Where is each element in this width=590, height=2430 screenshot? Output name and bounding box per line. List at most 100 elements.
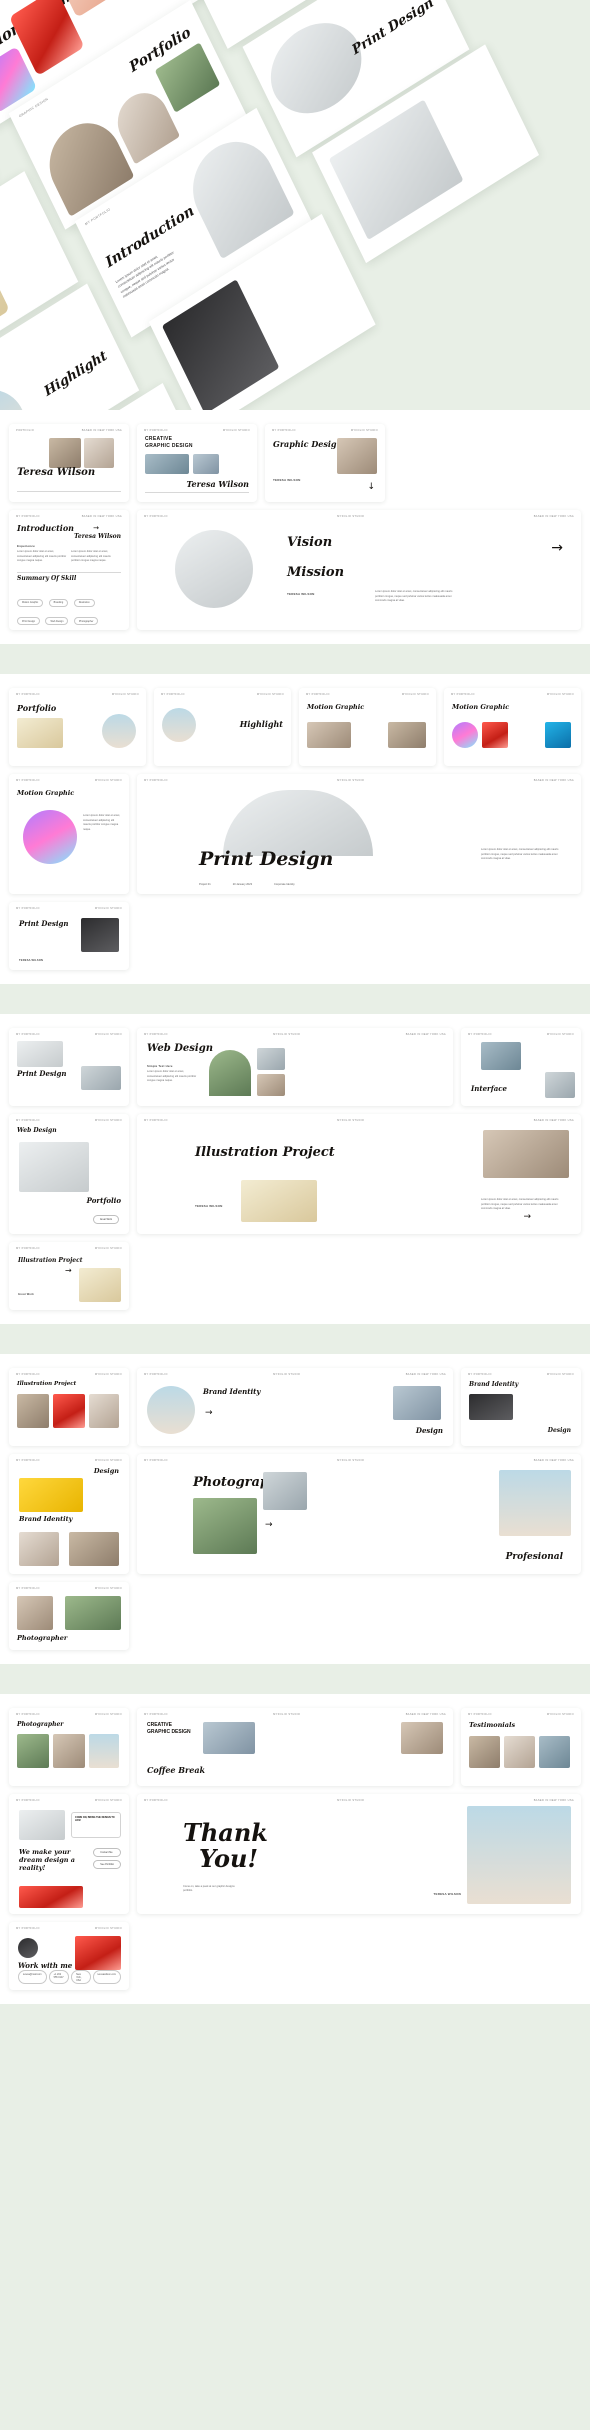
slide-header-right: BASED IN NEW YORK USA	[405, 1713, 446, 1716]
slide-header: MY PORTFOLIO MYFOLIO STUDIO BASED IN NEW…	[144, 515, 574, 518]
slide-header-right: MYFOLIO STUDIO	[94, 779, 122, 782]
slide-eyebrow-2: GRAPHIC DESIGN	[147, 1729, 191, 1735]
slide-introduction[interactable]: MY PORTFOLIO BASED IN NEW YORK USA Intro…	[9, 510, 129, 630]
slide-title: Portfolio	[17, 703, 57, 713]
slide-creative-graphic-design[interactable]: MY PORTFOLIO MYFOLIO STUDIO CREATIVE GRA…	[137, 424, 257, 502]
slide-header-left: MY PORTFOLIO	[306, 693, 330, 696]
contact-website[interactable]: teresawilson.com	[92, 1970, 121, 1984]
slide-title: Thank	[183, 1818, 268, 1847]
slide-photographer[interactable]: MY PORTFOLIO MYFOLIO STUDIO Photographer	[9, 1582, 129, 1650]
slide-photo	[19, 1532, 59, 1566]
contact-me-button[interactable]: Contact Me	[93, 1848, 121, 1857]
slide-photo	[241, 1180, 317, 1222]
slide-header-left: MY PORTFOLIO	[16, 907, 40, 910]
slide-header-left: MY PORTFOLIO	[468, 1713, 492, 1716]
slide-photo	[19, 1810, 65, 1840]
slide-body: Lorem ipsum dolor sitet et amet, consect…	[481, 1198, 559, 1211]
slide-header-right: MYFOLIO STUDIO	[546, 1033, 574, 1036]
slide-subtitle: TERESA WILSON	[273, 478, 301, 482]
slide-row: MY PORTFOLIO BASED IN NEW YORK USA Intro…	[9, 510, 581, 630]
slide-row: MY PORTFOLIO MYFOLIO STUDIO Illustration…	[9, 1242, 581, 1310]
view-button[interactable]: Great Work	[92, 1215, 119, 1224]
slide-print-design-detail[interactable]: MY PORTFOLIO MYFOLIO STUDIO Print Design	[9, 1028, 129, 1106]
slide-testimonials[interactable]: MY PORTFOLIO MYFOLIO STUDIO Testimonials	[461, 1708, 581, 1786]
slide-photo	[545, 722, 571, 748]
slide-motion-graphic-3[interactable]: MY PORTFOLIO MYFOLIO STUDIO Motion Graph…	[9, 774, 129, 894]
slide-header: MY PORTFOLIO MYFOLIO STUDIO	[468, 1373, 574, 1376]
contact-email[interactable]: teresa@mail.com	[18, 1970, 47, 1984]
slide-photo	[53, 1394, 85, 1428]
slide-title: Brand Identity	[19, 1515, 73, 1523]
slide-header: MY PORTFOLIO MYFOLIO STUDIO BASED IN NEW…	[144, 1713, 446, 1716]
slide-header-left: MY PORTFOLIO	[16, 1927, 40, 1930]
slide-header-left: MY PORTFOLIO	[144, 779, 168, 782]
skill-chip[interactable]: Web Design	[45, 617, 69, 625]
slide-portfolio[interactable]: MY PORTFOLIO MYFOLIO STUDIO Portfolio	[9, 688, 146, 766]
slide-photo	[19, 1142, 89, 1192]
skill-chip[interactable]: Illustration	[73, 598, 95, 607]
slide-photographer-cover[interactable]: MY PORTFOLIO MYFOLIO STUDIO BASED IN NEW…	[137, 1454, 581, 1574]
meta-category: Corporate Identity	[274, 883, 295, 886]
slide-brand-identity-2[interactable]: MY PORTFOLIO MYFOLIO STUDIO Brand Identi…	[461, 1368, 581, 1446]
contact-phone[interactable]: +1 202 555 0147	[48, 1970, 70, 1984]
slide-header-left: MY PORTFOLIO	[16, 1247, 40, 1250]
slide-brand-identity-design[interactable]: MY PORTFOLIO MYFOLIO STUDIO Design Brand…	[9, 1454, 129, 1574]
slide-photo	[23, 810, 77, 864]
slide-header-right: BASED IN NEW YORK USA	[405, 1033, 446, 1036]
skill-chip-list: Motion Graphic Branding Illustration Pri…	[17, 590, 121, 627]
slide-vision-mission[interactable]: MY PORTFOLIO MYFOLIO STUDIO BASED IN NEW…	[137, 510, 581, 630]
see-portfolio-button[interactable]: See Portfolio	[93, 1860, 121, 1869]
slide-body: Lorem ipsum dolor sitet et amet, consect…	[83, 814, 121, 831]
slide-come-on-bring-the-design[interactable]: MY PORTFOLIO MYFOLIO STUDIO COME ON, BRI…	[9, 1794, 129, 1914]
slide-motion-graphic-1[interactable]: MY PORTFOLIO MYFOLIO STUDIO Motion Graph…	[299, 688, 436, 766]
slide-print-design[interactable]: MY PORTFOLIO MYFOLIO STUDIO Print Design…	[9, 902, 129, 970]
slide-thank-you[interactable]: MY PORTFOLIO MYFOLIO STUDIO BASED IN NEW…	[137, 1794, 581, 1914]
slide-photo	[17, 718, 63, 748]
slide-motion-graphic-2[interactable]: MY PORTFOLIO MYFOLIO STUDIO Motion Graph…	[444, 688, 581, 766]
slide-photo	[79, 1268, 121, 1302]
slide-web-design-1[interactable]: MY PORTFOLIO MYFOLIO STUDIO BASED IN NEW…	[137, 1028, 453, 1106]
cta-eyebrow: COME ON, BRING THE DESIGN TO LIFE!	[75, 1816, 115, 1823]
slide-header-right: MYFOLIO STUDIO	[94, 1587, 122, 1590]
slide-print-design-cover[interactable]: MY PORTFOLIO MYFOLIO STUDIO BASED IN NEW…	[137, 774, 581, 894]
slide-illustration-gallery[interactable]: MY PORTFOLIO MYFOLIO STUDIO Illustration…	[9, 1368, 129, 1446]
slide-photo	[49, 438, 81, 468]
slide-brand-identity-1[interactable]: MY PORTFOLIO MYFOLIO STUDIO BASED IN NEW…	[137, 1368, 453, 1446]
slide-photo	[81, 1066, 121, 1090]
slide-cover-teresa-wilson[interactable]: PORTFOLIO BASED IN NEW YORK USA Teresa W…	[9, 424, 129, 502]
skill-chip[interactable]: Branding	[48, 598, 69, 607]
slide-body: Lorem ipsum dolor sitet et amet, consect…	[481, 848, 559, 861]
slide-header-center: MYFOLIO STUDIO	[337, 1119, 365, 1122]
slide-photo	[17, 1394, 49, 1428]
slide-header-right: BASED IN NEW YORK USA	[533, 515, 574, 518]
slide-row: MY PORTFOLIO MYFOLIO STUDIO Print Design…	[9, 902, 581, 970]
slide-photo	[18, 1938, 38, 1958]
slide-web-design-interface[interactable]: MY PORTFOLIO MYFOLIO STUDIO Interface	[461, 1028, 581, 1106]
skill-chip[interactable]: Print Design	[17, 617, 41, 625]
slide-highlight[interactable]: MY PORTFOLIO MYFOLIO STUDIO Highlight	[154, 688, 291, 766]
slide-work-with-me[interactable]: MY PORTFOLIO MYFOLIO STUDIO Work with me…	[9, 1922, 129, 1990]
slide-header: MY PORTFOLIO MYFOLIO STUDIO	[161, 693, 284, 696]
slide-row: PORTFOLIO BASED IN NEW YORK USA Teresa W…	[9, 424, 581, 502]
slide-row: MY PORTFOLIO MYFOLIO STUDIO Design Brand…	[9, 1454, 581, 1574]
slide-illustration-project[interactable]: MY PORTFOLIO MYFOLIO STUDIO Illustration…	[9, 1242, 129, 1310]
slide-coffee-break[interactable]: MY PORTFOLIO MYFOLIO STUDIO BASED IN NEW…	[137, 1708, 453, 1786]
slide-illustration-project-cover[interactable]: MY PORTFOLIO MYFOLIO STUDIO BASED IN NEW…	[137, 1114, 581, 1234]
slide-header-left: MY PORTFOLIO	[144, 1033, 168, 1036]
arrow-icon: →	[551, 540, 563, 556]
slide-header-center: MYFOLIO STUDIO	[337, 1459, 365, 1462]
simple-text-label: Simple Text Here	[147, 1064, 173, 1068]
contact-address[interactable]: New York, USA	[71, 1970, 91, 1984]
slide-web-design-portfolio[interactable]: MY PORTFOLIO MYFOLIO STUDIO Web Design P…	[9, 1114, 129, 1234]
skill-chip[interactable]: Motion Graphic	[17, 598, 44, 607]
slide-graphic-design[interactable]: MY PORTFOLIO MYFOLIO STUDIO Graphic Desi…	[265, 424, 385, 502]
slide-photo	[203, 1722, 255, 1754]
slide-header-right: MYFOLIO STUDIO	[94, 1033, 122, 1036]
slide-photographer-gallery[interactable]: MY PORTFOLIO MYFOLIO STUDIO Photographer	[9, 1708, 129, 1786]
slide-title: Motion Graphic	[17, 789, 75, 797]
slide-title: Graphic Design	[273, 439, 343, 449]
slide-row: MY PORTFOLIO MYFOLIO STUDIO Photographer…	[9, 1708, 581, 1786]
slide-header-right: BASED IN NEW YORK USA	[533, 1459, 574, 1462]
skill-chip[interactable]: Photographer	[73, 617, 99, 625]
slide-header-left: MY PORTFOLIO	[144, 515, 168, 518]
